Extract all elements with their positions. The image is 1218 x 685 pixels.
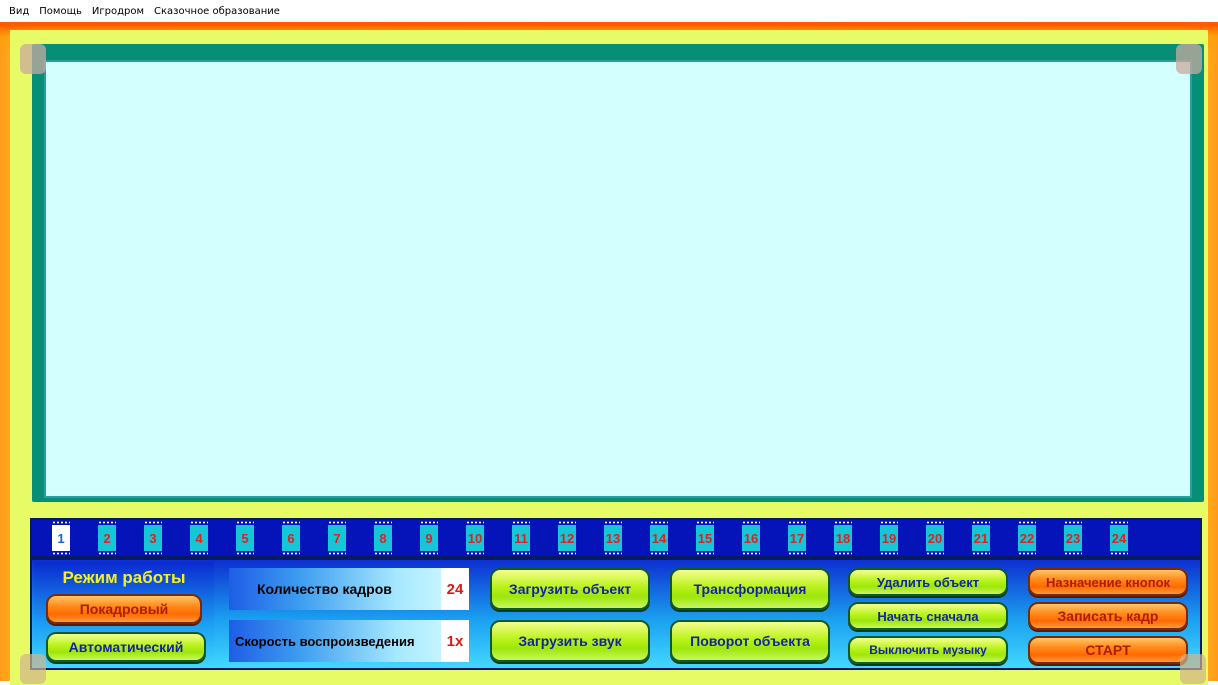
frame-number: 13: [605, 530, 621, 546]
frame-cell[interactable]: 6: [282, 521, 300, 555]
frame-cell[interactable]: 20: [926, 521, 944, 555]
frame-count-value[interactable]: 24: [441, 568, 469, 610]
rotate-object-button[interactable]: Поворот объекта: [670, 620, 830, 662]
frame-number: 3: [149, 530, 157, 546]
start-over-button[interactable]: Начать сначала: [848, 602, 1008, 630]
load-sound-button[interactable]: Загрузить звук: [490, 620, 650, 662]
frame-number: 18: [835, 530, 851, 546]
frame-cell[interactable]: 16: [742, 521, 760, 555]
frame-cell[interactable]: 17: [788, 521, 806, 555]
frame-by-frame-button[interactable]: Покадровый: [46, 594, 202, 624]
corner-decoration: [1176, 44, 1202, 74]
frame-cell[interactable]: 23: [1064, 521, 1082, 555]
frame-cell[interactable]: 1: [52, 521, 70, 555]
frame-number: 6: [287, 530, 295, 546]
playback-speed-field: Скорость воспроизведения 1x: [229, 620, 469, 662]
frame-cell[interactable]: 21: [972, 521, 990, 555]
frame-cell[interactable]: 10: [466, 521, 484, 555]
mode-box: Режим работы Покадровый Автоматический: [34, 562, 214, 666]
frame-cell[interactable]: 15: [696, 521, 714, 555]
menu-fairy-education[interactable]: Сказочное образование: [149, 6, 285, 17]
assign-buttons-button[interactable]: Назначение кнопок: [1028, 568, 1188, 596]
frame-number: 19: [881, 530, 897, 546]
app-background: 1 2 3 4 5 6 7 8 9 10 11 12 13 14 15 16 17 18 19 20 21 22 23 24 …: [10, 30, 1208, 685]
frame-cell[interactable]: 13: [604, 521, 622, 555]
menu-view[interactable]: Вид: [4, 6, 34, 17]
playback-speed-value[interactable]: 1x: [441, 620, 469, 662]
automatic-button[interactable]: Автоматический: [46, 632, 206, 662]
frame-cell[interactable]: 9: [420, 521, 438, 555]
frame-cell[interactable]: 12: [558, 521, 576, 555]
stage-frame: [32, 44, 1204, 502]
frame-cell[interactable]: 19: [880, 521, 898, 555]
frame-number: 21: [973, 530, 989, 546]
frame-cell[interactable]: 3: [144, 521, 162, 555]
load-object-button[interactable]: Загрузить объект: [490, 568, 650, 610]
frame-cell[interactable]: 2: [98, 521, 116, 555]
frame-cell[interactable]: 22: [1018, 521, 1036, 555]
frame-number: 2: [103, 530, 111, 546]
frame-number: 9: [425, 530, 433, 546]
frame-number: 14: [651, 530, 667, 546]
frame-number: 1: [57, 530, 65, 546]
frame-number: 12: [559, 530, 575, 546]
frame-number: 4: [195, 530, 203, 546]
frame-number: 20: [927, 530, 943, 546]
frame-number: 17: [789, 530, 805, 546]
frame-count-field: Количество кадров 24: [229, 568, 469, 610]
frame-cell[interactable]: 4: [190, 521, 208, 555]
animation-stage[interactable]: [44, 60, 1192, 498]
frame-number: 15: [697, 530, 713, 546]
menu-help[interactable]: Помощь: [34, 6, 87, 17]
mode-title: Режим работы: [62, 568, 186, 587]
corner-decoration: [20, 44, 46, 74]
playback-speed-label: Скорость воспроизведения: [235, 633, 415, 649]
app-frame: 1 2 3 4 5 6 7 8 9 10 11 12 13 14 15 16 17 18 19 20 21 22 23 24 …: [0, 22, 1218, 685]
frame-number: 16: [743, 530, 759, 546]
start-button[interactable]: СТАРТ: [1028, 636, 1188, 664]
control-panel: Режим работы Покадровый Автоматический К…: [30, 558, 1202, 670]
menu-bar: Вид Помощь Игродром Сказочное образовани…: [0, 0, 1218, 22]
frame-number: 8: [379, 530, 387, 546]
frame-number: 7: [333, 530, 341, 546]
music-off-button[interactable]: Выключить музыку: [848, 636, 1008, 664]
frame-cell[interactable]: 8: [374, 521, 392, 555]
frame-cell[interactable]: 24: [1110, 521, 1128, 555]
frame-number: 11: [514, 530, 528, 546]
transform-button[interactable]: Трансформация: [670, 568, 830, 610]
frame-number: 22: [1019, 530, 1035, 546]
frame-count-label: Количество кадров: [257, 581, 392, 597]
record-frame-button[interactable]: Записать кадр: [1028, 602, 1188, 630]
frame-cell[interactable]: 11: [512, 521, 530, 555]
delete-object-button[interactable]: Удалить объект: [848, 568, 1008, 596]
frame-cell[interactable]: 7: [328, 521, 346, 555]
menu-igrodrom[interactable]: Игродром: [87, 6, 149, 17]
corner-decoration: [20, 654, 46, 684]
frame-cell[interactable]: 14: [650, 521, 668, 555]
frame-number: 10: [467, 530, 483, 546]
frame-cell[interactable]: 5: [236, 521, 254, 555]
frame-number: 5: [241, 530, 249, 546]
frame-number: 23: [1065, 530, 1081, 546]
corner-decoration: [1180, 654, 1206, 684]
frame-number: 24: [1111, 530, 1127, 546]
frame-cell[interactable]: 18: [834, 521, 852, 555]
filmstrip: 1 2 3 4 5 6 7 8 9 10 11 12 13 14 15 16 17 18 19 20 21 22 23 24: [30, 518, 1202, 558]
